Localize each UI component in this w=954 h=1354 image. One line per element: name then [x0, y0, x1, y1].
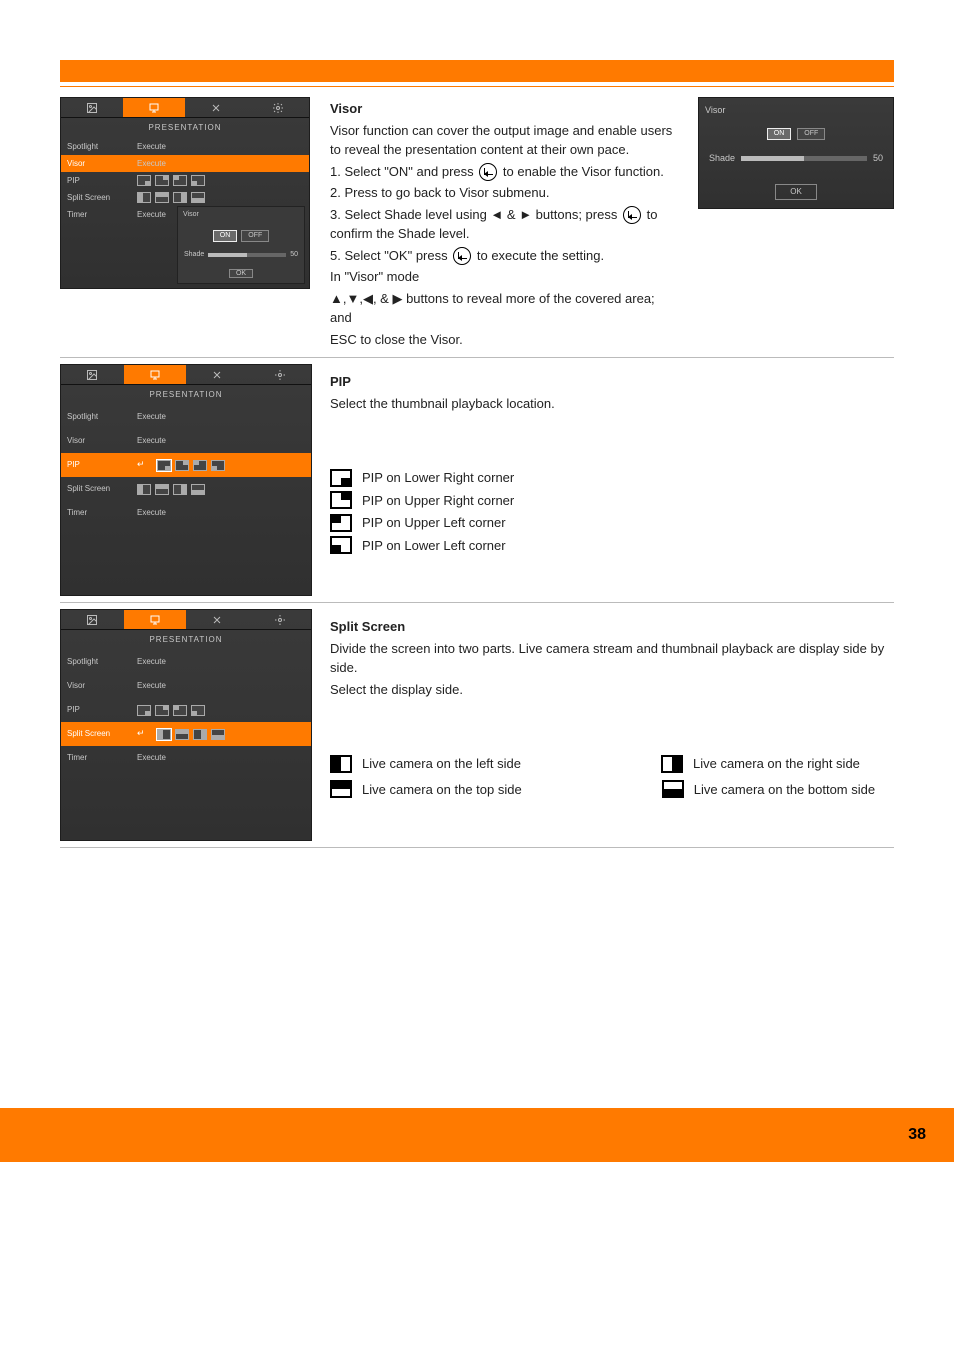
- pip-text: PIP Select the thumbnail playback locati…: [330, 364, 894, 558]
- tab-presentation-icon: [123, 98, 185, 117]
- menu-row-visor: VisorExecute: [61, 155, 309, 172]
- screenshot-pip-menu: PRESENTATION SpotlightExecute VisorExecu…: [60, 364, 312, 596]
- screenshot-visor-menu: PRESENTATION SpotlightExecute VisorExecu…: [60, 97, 310, 289]
- pip-lower-right-icon: [330, 469, 352, 487]
- enter-icon: [479, 163, 497, 181]
- section-rule: [60, 602, 894, 603]
- split-text: Split Screen Divide the screen into two …: [330, 609, 894, 802]
- header-rule: [60, 86, 894, 87]
- split-right-icon: [661, 755, 683, 773]
- pip-row: PRESENTATION SpotlightExecute VisorExecu…: [60, 364, 894, 596]
- visor-row: PRESENTATION SpotlightExecute VisorExecu…: [60, 97, 894, 351]
- split-heading: Split Screen: [330, 619, 405, 634]
- menu-row-pip: PIP ↵: [61, 453, 311, 477]
- tab-settings-icon: [247, 98, 309, 117]
- section-rule: [60, 847, 894, 848]
- pip-upper-right-icon: [330, 491, 352, 509]
- popup-off: OFF: [241, 230, 269, 243]
- visor-heading: Visor: [330, 101, 362, 116]
- enter-icon: [453, 247, 471, 265]
- section-rule: [60, 357, 894, 358]
- enter-icon: [623, 206, 641, 224]
- menu-row-split: Split Screen ↵: [61, 722, 311, 746]
- split-left-icon: [330, 755, 352, 773]
- header-bar: [60, 60, 894, 82]
- visor-popup-overlay: Visor ON OFF Shade50 OK: [177, 206, 305, 284]
- split-row: PRESENTATION SpotlightExecute VisorExecu…: [60, 609, 894, 841]
- screenshot-split-menu: PRESENTATION SpotlightExecute VisorExecu…: [60, 609, 312, 841]
- menu-title: PRESENTATION: [61, 118, 309, 138]
- split-bottom-icon: [662, 780, 684, 798]
- pip-heading: PIP: [330, 374, 351, 389]
- popup-on: ON: [767, 128, 792, 141]
- page-footer: 38: [0, 1108, 954, 1162]
- tab-tools-icon: [185, 98, 247, 117]
- pip-lower-left-icon: [330, 536, 352, 554]
- page-number: 38: [908, 1123, 926, 1147]
- popup-off: OFF: [797, 128, 825, 141]
- popup-on: ON: [213, 230, 238, 243]
- pip-upper-left-icon: [330, 514, 352, 532]
- split-top-icon: [330, 780, 352, 798]
- visor-text: Visor Visor function can cover the outpu…: [330, 97, 678, 351]
- screenshot-visor-popup: Visor ON OFF Shade50 OK: [698, 97, 894, 209]
- tab-image-icon: [61, 98, 123, 117]
